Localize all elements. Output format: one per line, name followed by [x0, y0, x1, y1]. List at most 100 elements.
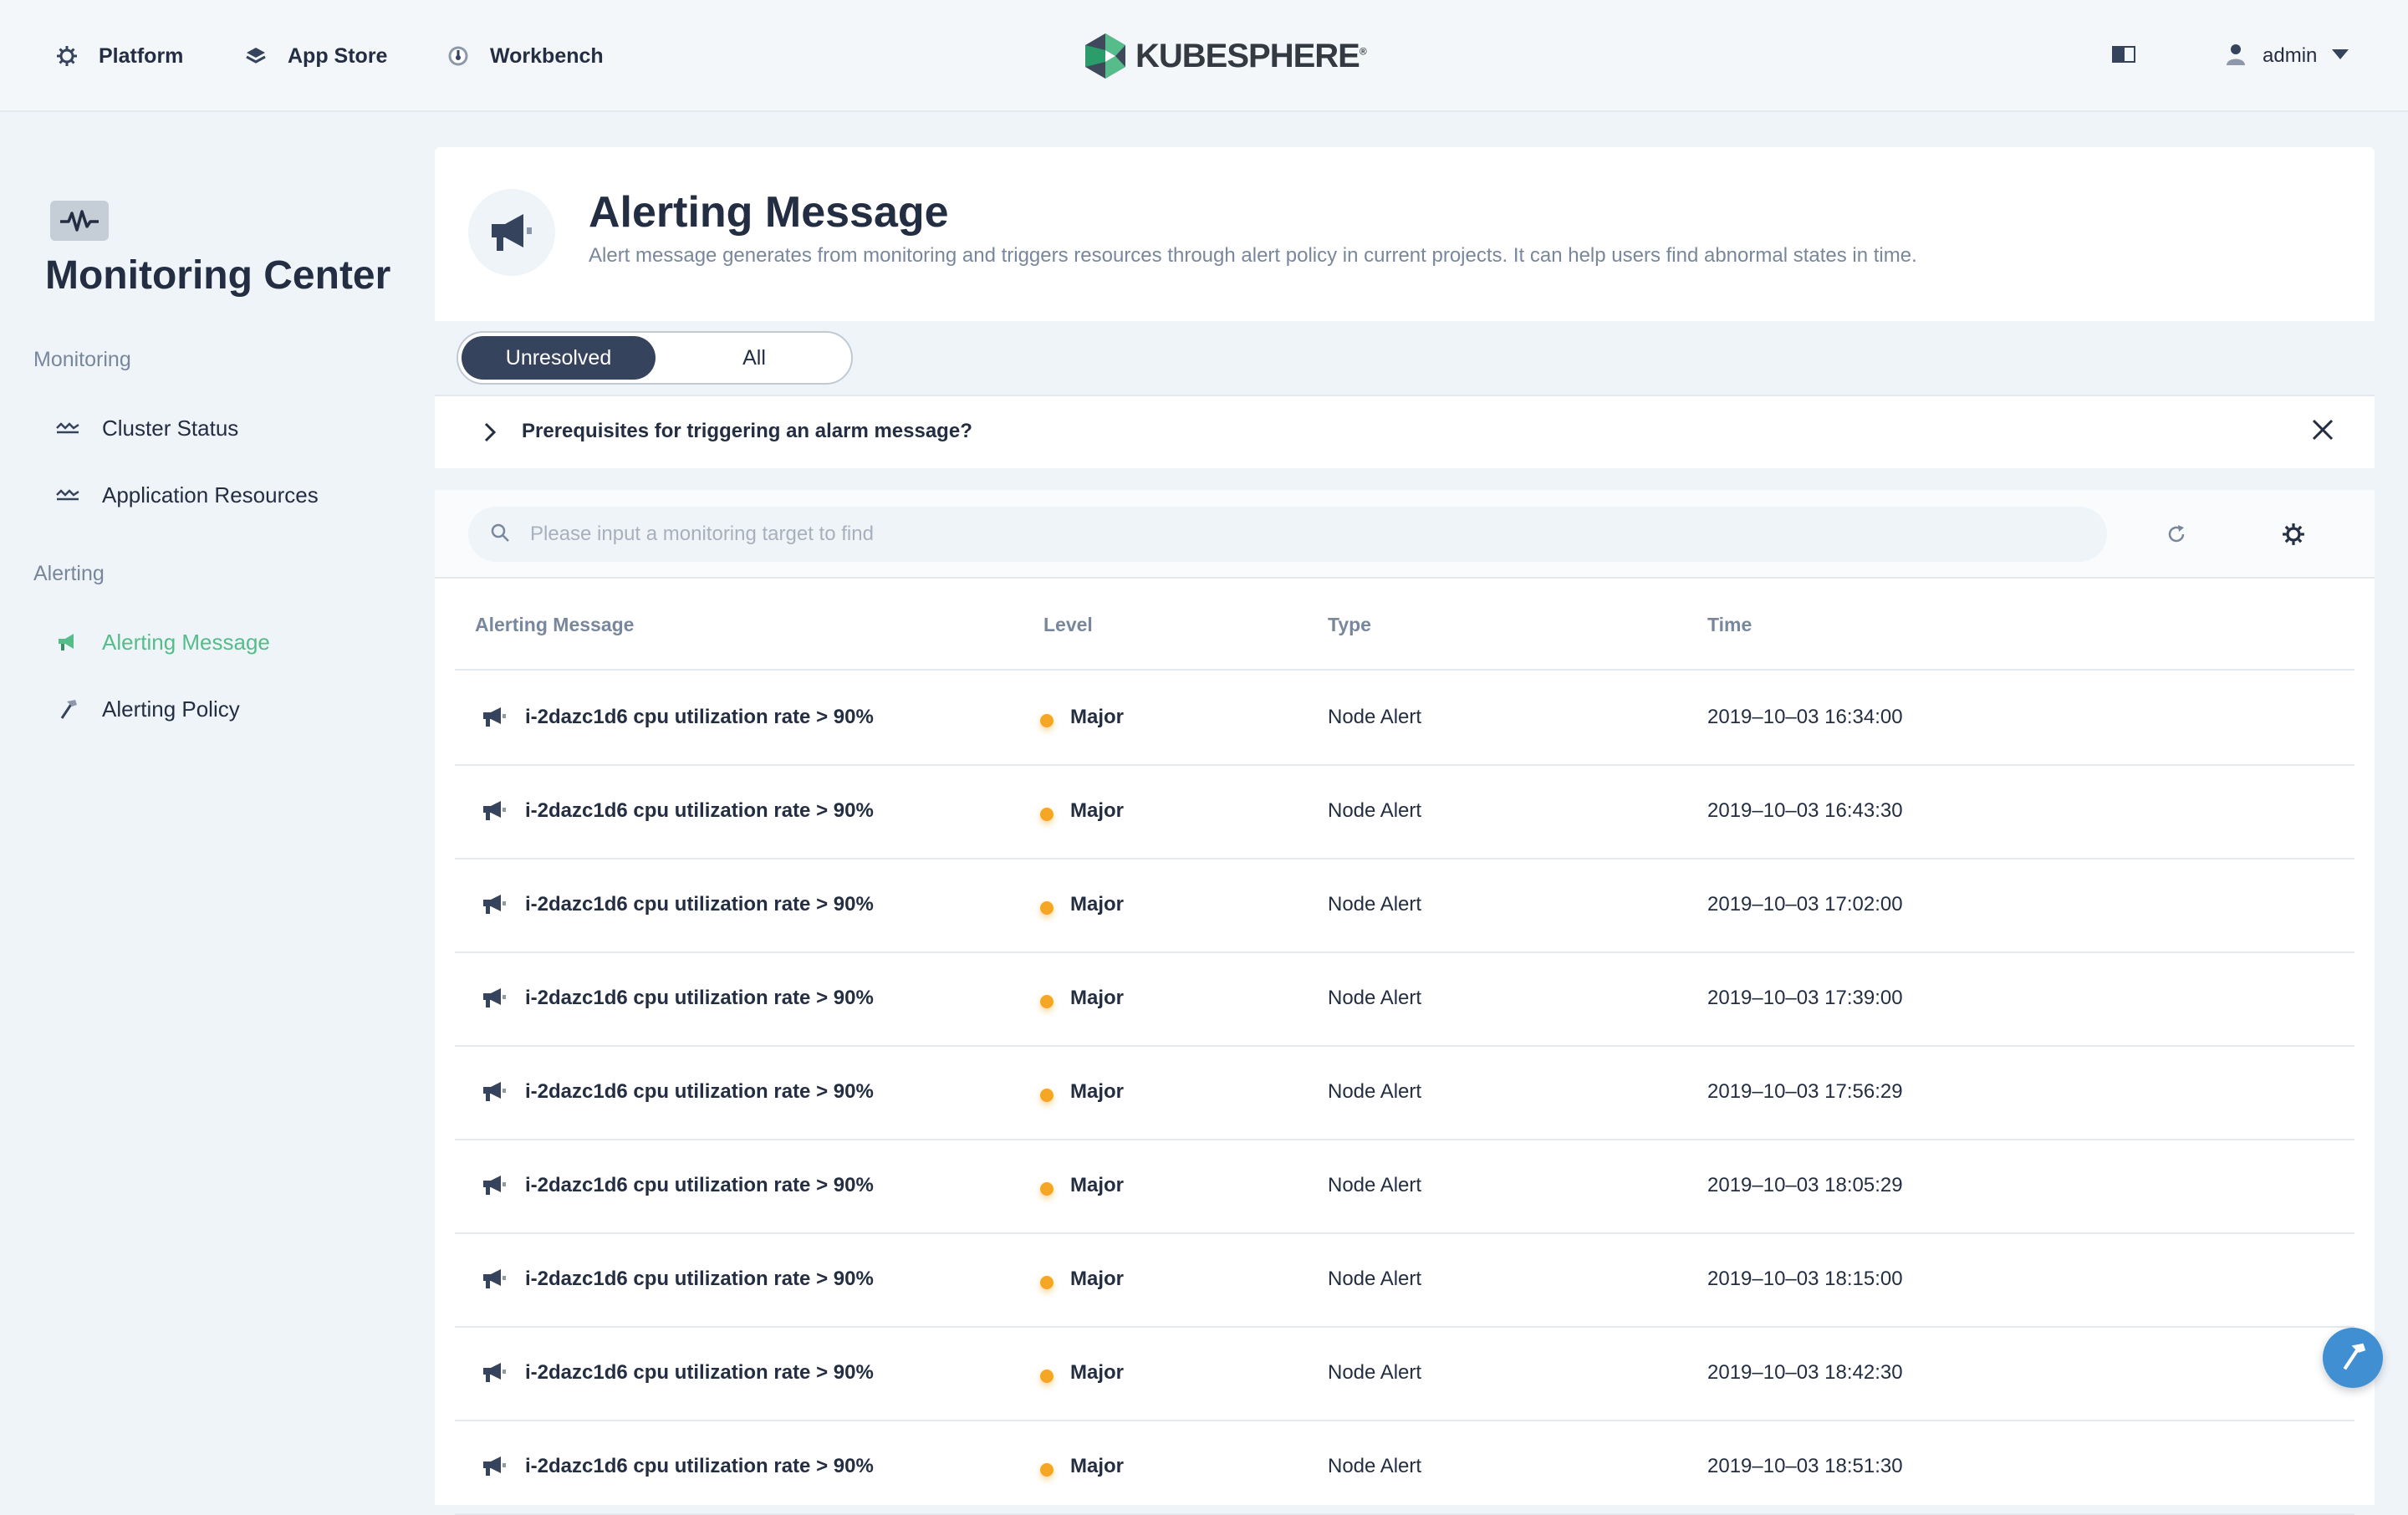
sidebar-item-cluster-status[interactable]: Cluster Status	[55, 411, 238, 445]
alert-type: Node Alert	[1328, 1174, 1422, 1196]
level-indicator-dot	[1040, 808, 1054, 821]
alert-level: Major	[1070, 1174, 1125, 1196]
column-header-type[interactable]: Type	[1328, 614, 1371, 636]
alert-time: 2019–10–03 17:02:00	[1707, 893, 1903, 916]
alert-level: Major	[1070, 1080, 1125, 1103]
search-box[interactable]	[468, 507, 2107, 562]
level-indicator-dot	[1040, 901, 1054, 915]
user-menu[interactable]: admin	[2226, 0, 2349, 112]
user-icon	[2226, 43, 2246, 70]
brand-name: KUBESPHERE	[1135, 37, 1360, 74]
layers-icon	[239, 39, 273, 73]
dashboard-icon	[441, 39, 475, 73]
table-row[interactable]: i-2dazc1d6 cpu utilization rate > 90% Maj…	[455, 672, 2354, 766]
table-row[interactable]: i-2dazc1d6 cpu utilization rate > 90% Maj…	[455, 860, 2354, 953]
megaphone-icon	[482, 1361, 507, 1387]
nav-workbench-label: Workbench	[490, 43, 604, 68]
table-row[interactable]: i-2dazc1d6 cpu utilization rate > 90% Maj…	[455, 1140, 2354, 1234]
megaphone-icon	[482, 799, 507, 825]
level-indicator-dot	[1040, 714, 1054, 727]
sidebar-item-label: Alerting Policy	[102, 696, 240, 722]
brand-mark: ®	[1359, 45, 1367, 58]
gear-icon	[50, 39, 84, 73]
prerequisites-tip[interactable]: Prerequisites for triggering an alarm me…	[435, 395, 2375, 468]
hammer-icon	[2338, 1341, 2368, 1375]
layout-toggle-icon	[2112, 45, 2135, 68]
alert-level: Major	[1070, 1361, 1125, 1384]
search-input[interactable]	[528, 522, 2033, 547]
table-row[interactable]: i-2dazc1d6 cpu utilization rate > 90% Maj…	[455, 953, 2354, 1047]
table-row[interactable]: i-2dazc1d6 cpu utilization rate > 90% Maj…	[455, 1328, 2354, 1421]
alert-message[interactable]: i-2dazc1d6 cpu utilization rate > 90%	[525, 1361, 874, 1385]
nav-app-store-label: App Store	[288, 43, 388, 68]
alert-message[interactable]: i-2dazc1d6 cpu utilization rate > 90%	[525, 1174, 874, 1197]
refresh-icon[interactable]	[2162, 520, 2191, 548]
alert-time: 2019–10–03 17:56:29	[1707, 1080, 1903, 1103]
megaphone-icon	[482, 1455, 507, 1481]
layout-toggle[interactable]	[2112, 0, 2135, 112]
alert-type: Node Alert	[1328, 893, 1422, 916]
alert-message[interactable]: i-2dazc1d6 cpu utilization rate > 90%	[525, 799, 874, 823]
level-indicator-dot	[1040, 1463, 1054, 1477]
megaphone-icon	[482, 1268, 507, 1293]
top-bar: Platform App Store Workbench KUBESPHERE®	[0, 0, 2408, 112]
wave-icon	[55, 421, 80, 435]
tab-unresolved[interactable]: Unresolved	[462, 336, 656, 380]
alert-type: Node Alert	[1328, 987, 1422, 1009]
table-row[interactable]: i-2dazc1d6 cpu utilization rate > 90% Maj…	[455, 1047, 2354, 1140]
alert-type: Node Alert	[1328, 1080, 1422, 1103]
nav-platform[interactable]: Platform	[50, 0, 183, 112]
kubesphere-logo-icon	[1085, 33, 1125, 79]
table-row[interactable]: i-2dazc1d6 cpu utilization rate > 90% Maj…	[455, 1421, 2354, 1515]
level-indicator-dot	[1040, 995, 1054, 1008]
nav-app-store[interactable]: App Store	[239, 0, 387, 112]
megaphone-icon	[482, 1080, 507, 1106]
table-row[interactable]: i-2dazc1d6 cpu utilization rate > 90% Maj…	[455, 766, 2354, 860]
column-header-time[interactable]: Time	[1707, 614, 1752, 636]
settings-gear-icon[interactable]	[2279, 520, 2308, 548]
alert-message[interactable]: i-2dazc1d6 cpu utilization rate > 90%	[525, 987, 874, 1010]
alert-message[interactable]: i-2dazc1d6 cpu utilization rate > 90%	[525, 893, 874, 916]
tip-text: Prerequisites for triggering an alarm me…	[522, 420, 972, 442]
megaphone-icon	[468, 189, 555, 276]
wave-icon	[55, 488, 80, 502]
alert-level: Major	[1070, 987, 1125, 1009]
alert-message[interactable]: i-2dazc1d6 cpu utilization rate > 90%	[525, 1455, 874, 1478]
alert-message[interactable]: i-2dazc1d6 cpu utilization rate > 90%	[525, 706, 874, 729]
nav-workbench[interactable]: Workbench	[441, 0, 604, 112]
chevron-right-icon[interactable]	[483, 421, 497, 447]
alert-time: 2019–10–03 16:34:00	[1707, 706, 1903, 728]
alert-time: 2019–10–03 18:05:29	[1707, 1174, 1903, 1196]
megaphone-icon	[482, 706, 507, 732]
monitoring-center-icon	[50, 201, 109, 241]
tab-all[interactable]: All	[659, 336, 849, 380]
table-header: Alerting Message Level Type Time	[455, 579, 2354, 671]
alert-level: Major	[1070, 799, 1125, 822]
alert-message[interactable]: i-2dazc1d6 cpu utilization rate > 90%	[525, 1268, 874, 1291]
level-indicator-dot	[1040, 1182, 1054, 1196]
table-row[interactable]: i-2dazc1d6 cpu utilization rate > 90% Maj…	[455, 1234, 2354, 1328]
alerts-table-card: Alerting Message Level Type Time i-2dazc…	[435, 490, 2375, 1515]
page-title: Alerting Message	[589, 188, 949, 237]
status-tabs-bar: Unresolved All	[435, 321, 2375, 395]
chevron-down-icon	[2332, 48, 2349, 64]
sidebar-item-alerting-policy[interactable]: Alerting Policy	[55, 692, 240, 726]
alert-type: Node Alert	[1328, 706, 1422, 728]
column-header-level[interactable]: Level	[1043, 614, 1093, 636]
toolbox-button[interactable]	[2323, 1328, 2383, 1388]
alert-type: Node Alert	[1328, 799, 1422, 822]
page-header: Alerting Message Alert message generates…	[435, 147, 2375, 321]
close-icon[interactable]	[2311, 418, 2334, 446]
kubesphere-logo[interactable]: KUBESPHERE®	[1084, 32, 1367, 80]
alert-message[interactable]: i-2dazc1d6 cpu utilization rate > 90%	[525, 1080, 874, 1104]
sidebar-item-application-resources[interactable]: Application Resources	[55, 478, 319, 512]
alert-time: 2019–10–03 17:39:00	[1707, 987, 1903, 1009]
hammer-icon	[55, 698, 80, 720]
sidebar-item-alerting-message[interactable]: Alerting Message	[55, 625, 270, 659]
column-header-message[interactable]: Alerting Message	[475, 614, 634, 636]
level-indicator-dot	[1040, 1276, 1054, 1289]
megaphone-icon	[482, 893, 507, 919]
sidebar-title: Monitoring Center	[45, 253, 391, 298]
sidebar-item-label: Alerting Message	[102, 629, 270, 655]
megaphone-icon	[482, 1174, 507, 1200]
